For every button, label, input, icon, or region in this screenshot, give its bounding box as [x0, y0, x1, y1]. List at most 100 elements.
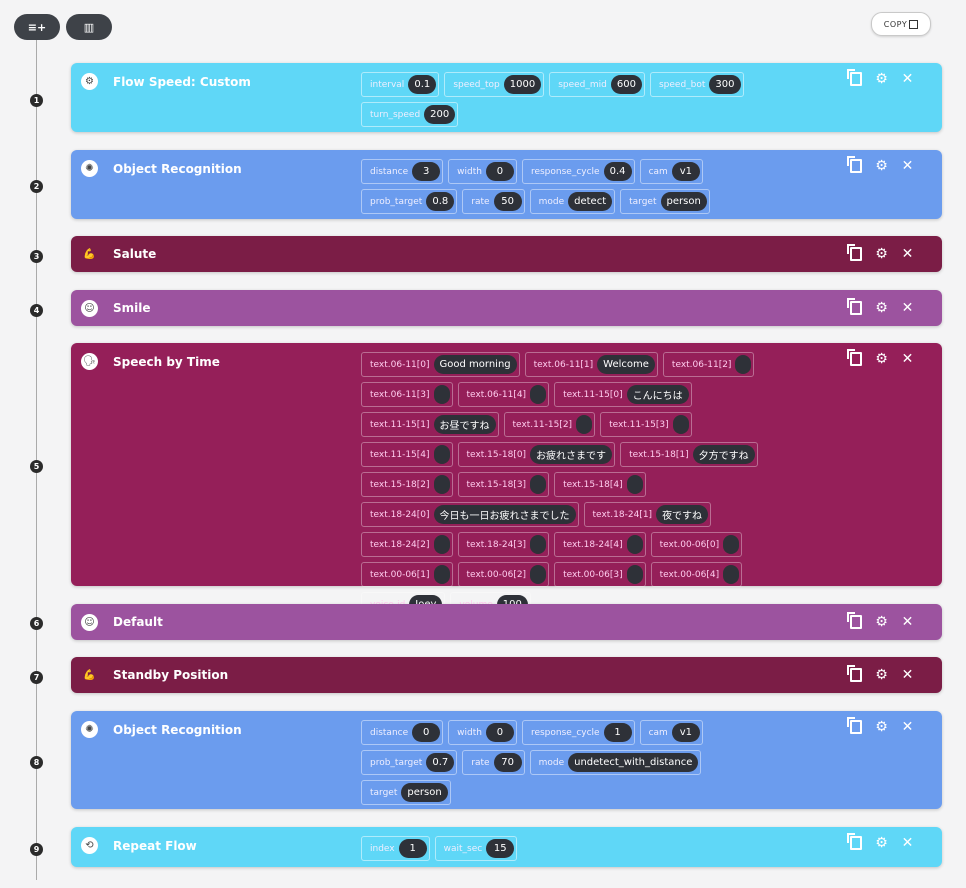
param-value[interactable]: Good morning	[433, 355, 517, 374]
param-chip[interactable]: width 0	[448, 159, 517, 184]
param-value[interactable]	[672, 415, 689, 434]
param-value[interactable]: 夕方ですね	[692, 445, 755, 464]
param-value[interactable]: person	[660, 192, 707, 211]
param-value[interactable]: こんにちは	[626, 385, 689, 404]
param-value[interactable]	[530, 565, 547, 584]
param-chip[interactable]: text.18-24[3]	[457, 532, 550, 557]
param-value[interactable]: お疲れさまです	[530, 445, 613, 464]
param-value[interactable]: 300	[709, 75, 741, 94]
param-value[interactable]: 夜ですね	[656, 505, 709, 524]
copy-step-button[interactable]	[846, 69, 863, 87]
delete-step-button[interactable]: ✕	[900, 246, 915, 262]
param-chip[interactable]: distance 0	[361, 720, 444, 745]
param-chip[interactable]: text.11-15[4]	[361, 442, 453, 467]
param-value[interactable]: 0.1	[408, 75, 437, 94]
param-chip[interactable]: speed_bot 300	[649, 72, 744, 97]
param-chip[interactable]: wait_sec 15	[434, 836, 518, 861]
param-chip[interactable]: text.15-18[1] 夕方ですね	[620, 442, 758, 467]
settings-step-button[interactable]: ⚙	[874, 614, 889, 630]
param-value[interactable]	[433, 565, 450, 584]
param-chip[interactable]: text.06-11[4]	[457, 382, 550, 407]
param-chip[interactable]: text.15-18[2]	[361, 472, 453, 497]
step-card[interactable]: ⟲ Repeat Flow index 1 wait_sec 15 ⚙ ✕	[71, 827, 942, 867]
step-card[interactable]: ✺ Object Recognition distance 0 width 0 respon…	[71, 711, 942, 809]
param-value[interactable]: 0	[485, 723, 514, 742]
param-value[interactable]	[735, 355, 752, 374]
param-value[interactable]: 0	[485, 162, 514, 181]
param-value[interactable]	[530, 385, 547, 404]
step-card[interactable]: 💪 Salute ⚙ ✕	[71, 236, 942, 272]
param-value[interactable]	[626, 535, 643, 554]
param-chip[interactable]: target person	[361, 780, 451, 805]
settings-step-button[interactable]: ⚙	[874, 300, 889, 316]
step-card[interactable]: ✺ Object Recognition distance 3 width 0 respon…	[71, 150, 942, 219]
copy-step-button[interactable]	[846, 717, 863, 735]
param-chip[interactable]: text.06-11[0] Good morning	[361, 352, 520, 377]
param-value[interactable]	[530, 475, 547, 494]
param-value[interactable]: 0.4	[603, 162, 632, 181]
param-chip[interactable]: rate 70	[462, 750, 525, 775]
param-value[interactable]	[576, 415, 593, 434]
param-chip[interactable]: text.06-11[2]	[662, 352, 755, 377]
param-chip[interactable]: text.11-15[0] こんにちは	[554, 382, 692, 407]
settings-step-button[interactable]: ⚙	[874, 158, 889, 174]
param-chip[interactable]: index 1	[361, 836, 430, 861]
param-chip[interactable]: response_cycle 0.4	[521, 159, 635, 184]
param-value[interactable]	[433, 445, 450, 464]
param-value[interactable]: 3	[412, 162, 441, 181]
param-chip[interactable]: speed_mid 600	[549, 72, 645, 97]
param-chip[interactable]: target person	[620, 189, 710, 214]
param-chip[interactable]: prob_target 0.7	[361, 750, 458, 775]
param-value[interactable]: undetect_with_distance	[568, 753, 699, 772]
step-card[interactable]: ⚙ Flow Speed: Custom interval 0.1 speed_top 1…	[71, 63, 942, 132]
step-card[interactable]: 💪 Standby Position ⚙ ✕	[71, 657, 942, 693]
param-chip[interactable]: mode undetect_with_distance	[529, 750, 702, 775]
settings-step-button[interactable]: ⚙	[874, 71, 889, 87]
param-value[interactable]: 0.7	[426, 753, 455, 772]
param-chip[interactable]: cam v1	[639, 720, 703, 745]
copy-step-button[interactable]	[846, 156, 863, 174]
param-value[interactable]: detect	[568, 192, 613, 211]
param-value[interactable]	[626, 475, 643, 494]
param-chip[interactable]: text.00-06[2]	[457, 562, 550, 587]
param-value[interactable]	[433, 385, 450, 404]
param-value[interactable]	[723, 565, 740, 584]
param-chip[interactable]: cam v1	[639, 159, 703, 184]
copy-step-button[interactable]	[846, 244, 863, 262]
copy-button[interactable]: COPY	[871, 12, 931, 36]
param-value[interactable]: Welcome	[597, 355, 655, 374]
settings-step-button[interactable]: ⚙	[874, 246, 889, 262]
param-chip[interactable]: text.00-06[3]	[554, 562, 646, 587]
param-chip[interactable]: text.18-24[2]	[361, 532, 453, 557]
param-value[interactable]: 15	[486, 839, 515, 858]
delete-step-button[interactable]: ✕	[900, 300, 915, 316]
param-chip[interactable]: text.15-18[0] お疲れさまです	[457, 442, 616, 467]
param-value[interactable]: 1000	[503, 75, 542, 94]
copy-step-button[interactable]	[846, 612, 863, 630]
param-chip[interactable]: text.15-18[4]	[554, 472, 646, 497]
param-value[interactable]	[433, 475, 450, 494]
param-chip[interactable]: text.00-06[1]	[361, 562, 453, 587]
map-button[interactable]: ▥	[66, 14, 112, 40]
param-chip[interactable]: prob_target 0.8	[361, 189, 458, 214]
step-card[interactable]: ☺ Default ⚙ ✕	[71, 604, 942, 640]
param-chip[interactable]: interval 0.1	[361, 72, 440, 97]
param-value[interactable]: 0	[412, 723, 441, 742]
delete-step-button[interactable]: ✕	[900, 351, 915, 367]
copy-step-button[interactable]	[846, 349, 863, 367]
param-chip[interactable]: text.18-24[1] 夜ですね	[583, 502, 712, 527]
param-value[interactable]: v1	[671, 723, 700, 742]
settings-step-button[interactable]: ⚙	[874, 351, 889, 367]
param-chip[interactable]: text.11-15[1] お昼ですね	[361, 412, 499, 437]
param-value[interactable]: v1	[671, 162, 700, 181]
delete-step-button[interactable]: ✕	[900, 71, 915, 87]
param-chip[interactable]: text.18-24[0] 今日も一日お疲れさまでした	[361, 502, 579, 527]
param-value[interactable]: 1	[603, 723, 632, 742]
settings-step-button[interactable]: ⚙	[874, 835, 889, 851]
copy-step-button[interactable]	[846, 665, 863, 683]
param-value[interactable]: お昼ですね	[433, 415, 496, 434]
delete-step-button[interactable]: ✕	[900, 158, 915, 174]
copy-step-button[interactable]	[846, 833, 863, 851]
param-value[interactable]: 1	[398, 839, 427, 858]
param-chip[interactable]: mode detect	[529, 189, 616, 214]
